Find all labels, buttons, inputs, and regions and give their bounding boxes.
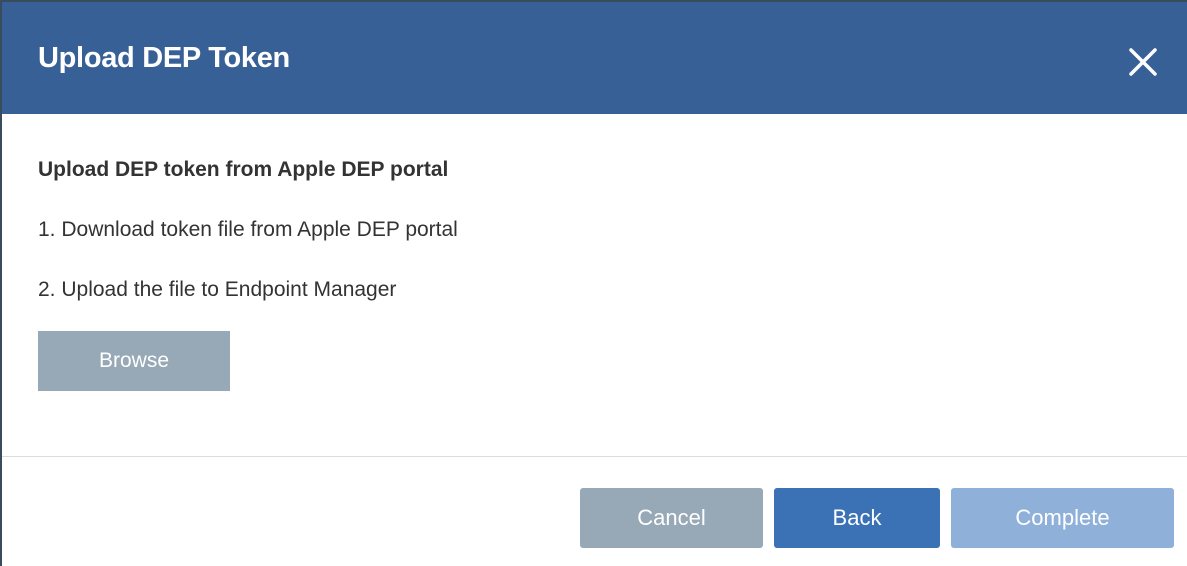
complete-button[interactable]: Complete (951, 488, 1174, 548)
dialog-title: Upload DEP Token (38, 42, 290, 74)
browse-button[interactable]: Browse (38, 331, 230, 391)
back-button[interactable]: Back (774, 488, 940, 548)
cancel-button[interactable]: Cancel (580, 488, 763, 548)
upload-dep-token-dialog: Upload DEP Token Upload DEP token from A… (0, 0, 1187, 566)
dialog-body: Upload DEP token from Apple DEP portal 1… (2, 114, 1187, 457)
close-icon (1129, 48, 1157, 76)
dialog-footer: Cancel Back Complete (2, 457, 1187, 566)
step-upload-file: 2. Upload the file to Endpoint Manager (38, 278, 397, 301)
dialog-header: Upload DEP Token (2, 2, 1187, 114)
section-heading: Upload DEP token from Apple DEP portal (38, 158, 449, 181)
step-download-token: 1. Download token file from Apple DEP po… (38, 218, 458, 241)
close-button[interactable] (1123, 42, 1163, 82)
